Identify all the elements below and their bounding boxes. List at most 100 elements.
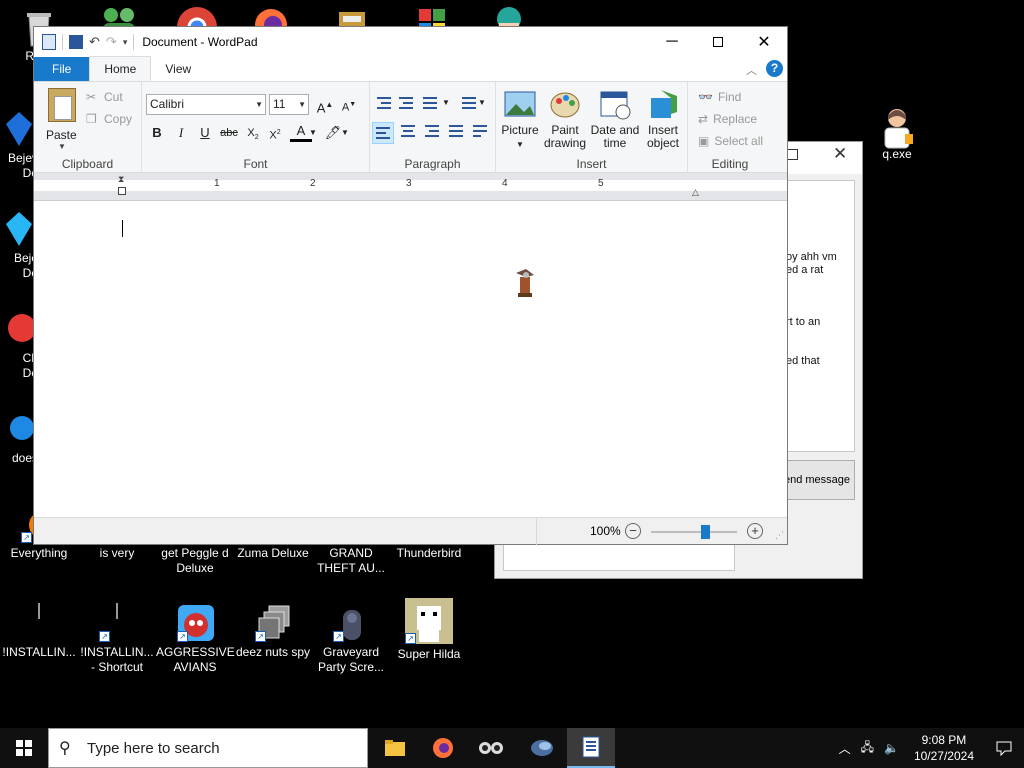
start-button[interactable]: [0, 728, 48, 768]
zoom-slider-thumb[interactable]: [701, 525, 711, 539]
find-button[interactable]: 👓 Find: [698, 90, 741, 104]
subscript-button[interactable]: X2: [242, 122, 264, 144]
desktop-icon-super-hilda[interactable]: ↗ Super Hilda: [390, 598, 468, 662]
volume-icon[interactable]: 🔈: [884, 741, 899, 755]
separator: [62, 34, 63, 50]
picture-icon: [504, 88, 536, 120]
desktop-icon-installing-shortcut[interactable]: ↗ !INSTALLIN... - Shortcut: [78, 603, 156, 675]
right-indent-marker[interactable]: △: [692, 187, 699, 198]
taskbar-wordpad[interactable]: [567, 728, 615, 768]
group-label: Insert: [576, 157, 607, 171]
tab-home[interactable]: Home: [89, 56, 152, 81]
desktop: Recy Bejev De: [0, 0, 1024, 768]
close-icon[interactable]: ✕: [833, 144, 847, 164]
show-hidden-icons-icon[interactable]: ︿: [839, 740, 851, 757]
desktop-icon-installing-1[interactable]: !INSTALLIN...: [0, 603, 78, 660]
desktop-icon-aggressive-avians[interactable]: ↗ AGGRESSIVE AVIANS: [156, 604, 235, 675]
window-title: Document - WordPad: [142, 35, 258, 49]
paste-button[interactable]: Paste: [46, 128, 77, 142]
cut-button[interactable]: ✂ Cut: [86, 90, 123, 104]
date-and-time-button[interactable]: Date and time: [590, 88, 640, 150]
resize-grip-icon[interactable]: ⋰: [775, 530, 784, 541]
maximize-button[interactable]: [695, 27, 741, 57]
taskbar-file-explorer[interactable]: [371, 728, 419, 768]
ruler[interactable]: ⧗ 1 2 3 4 5 △: [34, 173, 787, 201]
desktop-icon-graveyard-party[interactable]: ↗ Graveyard Party Scre...: [312, 604, 390, 675]
wordpad-app-icon[interactable]: [42, 34, 56, 50]
save-icon[interactable]: [69, 35, 83, 49]
line-spacing-icon[interactable]: [456, 94, 476, 114]
align-left-icon[interactable]: [372, 122, 394, 144]
paste-icon[interactable]: [48, 88, 76, 122]
replace-button[interactable]: ⇄ Replace: [698, 112, 757, 126]
font-group: Calibri ▼ 11 ▼ A▲ A▼ B I U abc X2 X2 A ▼ 🖊…: [142, 82, 370, 174]
align-right-icon[interactable]: [422, 122, 442, 142]
desktop-icon-q-exe[interactable]: q.exe: [858, 106, 936, 162]
paste-dropdown-icon[interactable]: ▼: [58, 142, 66, 151]
taskbar-clock[interactable]: 9:08 PM 10/27/2024: [914, 732, 974, 764]
clock-date: 10/27/2024: [913, 749, 974, 763]
search-icon: ⚲: [59, 740, 71, 757]
underline-button[interactable]: U: [194, 122, 216, 144]
superscript-button[interactable]: X2: [264, 122, 286, 144]
taskbar-firefox[interactable]: [419, 728, 467, 768]
send-message-button[interactable]: end message: [779, 460, 855, 500]
copy-button[interactable]: ❐ Copy: [86, 112, 132, 126]
customize-qat-chevron-icon[interactable]: ▾: [123, 37, 128, 48]
shrink-font-button[interactable]: A▼: [338, 94, 360, 116]
left-indent-marker[interactable]: [118, 187, 126, 195]
insert-picture-button[interactable]: Picture ▼: [500, 88, 540, 151]
select-all-button[interactable]: ▣ Select all: [698, 134, 763, 148]
collapse-ribbon-icon[interactable]: ︿: [746, 62, 757, 78]
paint-drawing-button[interactable]: Paint drawing: [542, 88, 588, 150]
windows-logo-icon: [16, 740, 32, 756]
strikethrough-button[interactable]: abc: [218, 122, 240, 144]
network-icon[interactable]: 🖧: [861, 738, 874, 759]
paragraph-settings-icon[interactable]: [470, 122, 490, 142]
search-input[interactable]: [87, 739, 347, 757]
first-line-indent-marker[interactable]: ⧗: [118, 174, 124, 185]
shortcut-arrow-icon: ↗: [405, 633, 416, 644]
desktop-icon-deez-nuts-spy[interactable]: ↗ deez nuts spy: [234, 604, 312, 660]
insert-object-button[interactable]: Insert object: [642, 88, 684, 150]
font-size-select[interactable]: 11 ▼: [269, 94, 309, 115]
help-icon[interactable]: ?: [766, 60, 783, 77]
notifications-icon[interactable]: [989, 728, 1019, 768]
wordpad-window[interactable]: ↶ ↷ ▾ Document - WordPad ─ ✕ File Home V…: [33, 26, 788, 545]
desktop-pet-icon[interactable]: [510, 267, 538, 299]
align-center-icon[interactable]: [398, 122, 418, 142]
wordpad-titlebar[interactable]: ↶ ↷ ▾ Document - WordPad ─ ✕: [34, 27, 787, 57]
chevron-down-icon[interactable]: ▼: [478, 98, 486, 107]
bullets-icon[interactable]: [420, 94, 440, 114]
increase-indent-icon[interactable]: [396, 94, 416, 114]
font-family-select[interactable]: Calibri ▼: [146, 94, 266, 115]
justify-icon[interactable]: [446, 122, 466, 142]
tab-view[interactable]: View: [151, 57, 205, 81]
decrease-indent-icon[interactable]: [374, 94, 394, 114]
shortcut-arrow-icon: ↗: [177, 631, 188, 642]
undo-icon[interactable]: ↶: [89, 34, 100, 50]
close-button[interactable]: ✕: [741, 27, 787, 57]
highlight-dropdown-icon[interactable]: ▼: [340, 122, 350, 144]
zoom-out-button[interactable]: −: [625, 523, 641, 539]
taskbar-app-chat[interactable]: [518, 728, 566, 768]
maximize-icon[interactable]: [787, 149, 798, 160]
select-all-icon: ▣: [698, 134, 710, 148]
copy-icon: ❐: [86, 112, 97, 126]
shortcut-arrow-icon: ↗: [333, 631, 344, 642]
chevron-down-icon: ▼: [516, 140, 524, 149]
redo-icon[interactable]: ↷: [106, 34, 117, 50]
chevron-down-icon[interactable]: ▼: [442, 98, 450, 107]
text-color-dropdown-icon[interactable]: ▼: [308, 122, 318, 144]
minimize-button[interactable]: ─: [649, 27, 695, 57]
grow-font-button[interactable]: A▲: [314, 94, 336, 116]
taskbar-search[interactable]: ⚲: [48, 728, 368, 768]
zoom-slider[interactable]: [651, 525, 737, 539]
tab-file[interactable]: File: [34, 57, 90, 81]
document-area[interactable]: [34, 202, 787, 518]
bold-button[interactable]: B: [146, 122, 168, 144]
italic-button[interactable]: I: [170, 122, 192, 144]
taskbar-app-eyes[interactable]: [467, 728, 515, 768]
eyes-icon: [479, 742, 503, 754]
zoom-in-button[interactable]: +: [747, 523, 763, 539]
